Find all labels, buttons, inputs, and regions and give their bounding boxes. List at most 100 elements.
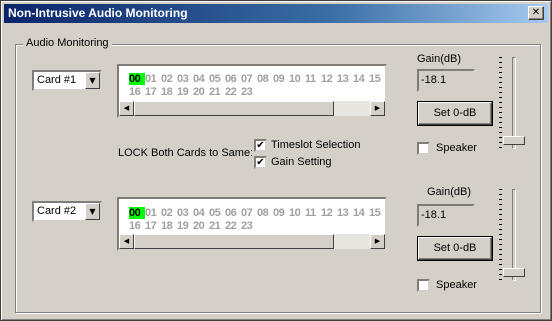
timeslot-item[interactable]: 19 — [177, 220, 193, 232]
timeslot-item[interactable]: 11 — [305, 207, 321, 219]
timeslot-selection-checkbox[interactable]: ✔ — [254, 139, 267, 152]
card-1-slot-row-1: 00 01 02 03 04 05 06 07 08 09 10 11 12 13 14 15 — [129, 73, 385, 85]
timeslot-item[interactable]: 06 — [225, 73, 241, 85]
timeslot-item[interactable]: 09 — [273, 207, 289, 219]
card-2-gain-field: -18.1 — [417, 204, 475, 227]
timeslot-item[interactable]: 00 — [129, 73, 145, 85]
timeslot-item[interactable]: 01 — [145, 207, 161, 219]
chevron-down-icon: ▼ — [85, 72, 100, 89]
card-1-timeslot-list[interactable]: 00 01 02 03 04 05 06 07 08 09 10 11 12 13 14 15 16 17 18 1… — [117, 64, 387, 118]
title-bar: Non-Intrusive Audio Monitoring ✕ — [4, 4, 548, 23]
timeslot-item[interactable]: 23 — [241, 220, 257, 232]
timeslot-item[interactable]: 05 — [209, 207, 225, 219]
timeslot-item[interactable]: 18 — [161, 86, 177, 98]
card-2-slot-row-2: 16 17 18 19 20 21 22 23 — [129, 220, 257, 232]
slider-thumb[interactable] — [503, 135, 525, 145]
timeslot-item[interactable]: 02 — [161, 207, 177, 219]
timeslot-item[interactable]: 13 — [337, 73, 353, 85]
card-1-gain-slider[interactable] — [499, 57, 525, 149]
timeslot-item[interactable]: 03 — [177, 207, 193, 219]
card-1-horizontal-scrollbar[interactable]: ◀ ▶ — [119, 101, 385, 116]
timeslot-item[interactable]: 05 — [209, 73, 225, 85]
scroll-left-icon[interactable]: ◀ — [119, 234, 134, 249]
timeslot-item[interactable]: 22 — [225, 86, 241, 98]
timeslot-item[interactable]: 01 — [145, 73, 161, 85]
timeslot-item[interactable]: 04 — [193, 73, 209, 85]
gain-setting-label: Gain Setting — [271, 156, 332, 168]
timeslot-item[interactable]: 21 — [209, 220, 225, 232]
card-2-gain-label: Gain(dB) — [427, 186, 472, 198]
timeslot-item[interactable]: 00 — [129, 207, 145, 219]
timeslot-item[interactable]: 15 — [369, 207, 385, 219]
card-2-set-0db-button[interactable]: Set 0-dB — [418, 237, 492, 260]
card-2-horizontal-scrollbar[interactable]: ◀ ▶ — [119, 234, 385, 249]
timeslot-item[interactable]: 17 — [145, 86, 161, 98]
timeslot-item[interactable]: 02 — [161, 73, 177, 85]
timeslot-item[interactable]: 12 — [321, 207, 337, 219]
timeslot-item[interactable]: 14 — [353, 207, 369, 219]
timeslot-item[interactable]: 15 — [369, 73, 385, 85]
timeslot-item[interactable]: 10 — [289, 207, 305, 219]
timeslot-item[interactable]: 18 — [161, 220, 177, 232]
card-1-set-0db-label: Set 0-dB — [433, 107, 477, 119]
timeslot-item[interactable]: 16 — [129, 220, 145, 232]
card-2-select[interactable]: Card #2 ▼ — [32, 201, 102, 222]
card-1-gain-field: -18.1 — [417, 69, 475, 92]
timeslot-item[interactable]: 12 — [321, 73, 337, 85]
timeslot-item[interactable]: 20 — [193, 86, 209, 98]
scroll-left-icon[interactable]: ◀ — [119, 101, 134, 116]
timeslot-item[interactable]: 17 — [145, 220, 161, 232]
card-2-timeslot-list[interactable]: 00 01 02 03 04 05 06 07 08 09 10 11 12 13 14 15 16 17 18 1… — [117, 197, 387, 251]
gain-setting-checkbox[interactable]: ✔ — [254, 156, 267, 169]
timeslot-item[interactable]: 10 — [289, 73, 305, 85]
timeslot-item[interactable]: 11 — [305, 73, 321, 85]
timeslot-item[interactable]: 14 — [353, 73, 369, 85]
window-title: Non-Intrusive Audio Monitoring — [8, 6, 188, 20]
timeslot-item[interactable]: 08 — [257, 207, 273, 219]
card-1-gain-value: -18.1 — [421, 74, 447, 86]
timeslot-item[interactable]: 20 — [193, 220, 209, 232]
card-1-scroll-thumb[interactable] — [134, 101, 334, 116]
slider-ticks — [499, 189, 502, 281]
chevron-down-icon: ▼ — [85, 203, 100, 220]
timeslot-item[interactable]: 07 — [241, 73, 257, 85]
timeslot-item[interactable]: 09 — [273, 73, 289, 85]
card-1-set-0db-button[interactable]: Set 0-dB — [418, 102, 492, 125]
slider-thumb[interactable] — [503, 267, 525, 277]
timeslot-item[interactable]: 22 — [225, 220, 241, 232]
lock-label: LOCK Both Cards to Same: — [118, 147, 254, 159]
timeslot-item[interactable]: 03 — [177, 73, 193, 85]
scroll-right-icon[interactable]: ▶ — [370, 101, 385, 116]
card-2-slot-row-1: 00 01 02 03 04 05 06 07 08 09 10 11 12 13 14 15 — [129, 207, 385, 219]
card-1-select[interactable]: Card #1 ▼ — [32, 70, 102, 91]
scroll-right-icon[interactable]: ▶ — [370, 234, 385, 249]
card-1-select-value: Card #1 — [37, 74, 77, 86]
card-2-gain-slider[interactable] — [499, 189, 525, 281]
card-2-gain-value: -18.1 — [421, 209, 447, 221]
card-2-scroll-thumb[interactable] — [134, 234, 334, 249]
timeslot-item[interactable]: 23 — [241, 86, 257, 98]
timeslot-item[interactable]: 07 — [241, 207, 257, 219]
close-button[interactable]: ✕ — [528, 6, 544, 20]
timeslot-item[interactable]: 19 — [177, 86, 193, 98]
timeslot-selection-label: Timeslot Selection — [271, 139, 361, 151]
timeslot-item[interactable]: 16 — [129, 86, 145, 98]
check-icon: ✔ — [256, 140, 265, 151]
card-2-select-value: Card #2 — [37, 205, 77, 217]
card-2-speaker-checkbox[interactable] — [417, 279, 430, 292]
audio-monitoring-window: Non-Intrusive Audio Monitoring ✕ Audio M… — [0, 0, 552, 321]
card-1-slot-row-2: 16 17 18 19 20 21 22 23 — [129, 86, 257, 98]
card-1-speaker-label: Speaker — [436, 142, 477, 154]
card-2-speaker-label: Speaker — [436, 279, 477, 291]
timeslot-item[interactable]: 21 — [209, 86, 225, 98]
timeslot-item[interactable]: 13 — [337, 207, 353, 219]
card-2-set-0db-label: Set 0-dB — [433, 242, 477, 254]
timeslot-item[interactable]: 08 — [257, 73, 273, 85]
close-icon: ✕ — [531, 7, 541, 18]
slider-ticks — [499, 57, 502, 149]
check-icon: ✔ — [256, 157, 265, 168]
card-1-speaker-checkbox[interactable] — [417, 142, 430, 155]
card-1-gain-label: Gain(dB) — [417, 53, 462, 65]
timeslot-item[interactable]: 04 — [193, 207, 209, 219]
timeslot-item[interactable]: 06 — [225, 207, 241, 219]
